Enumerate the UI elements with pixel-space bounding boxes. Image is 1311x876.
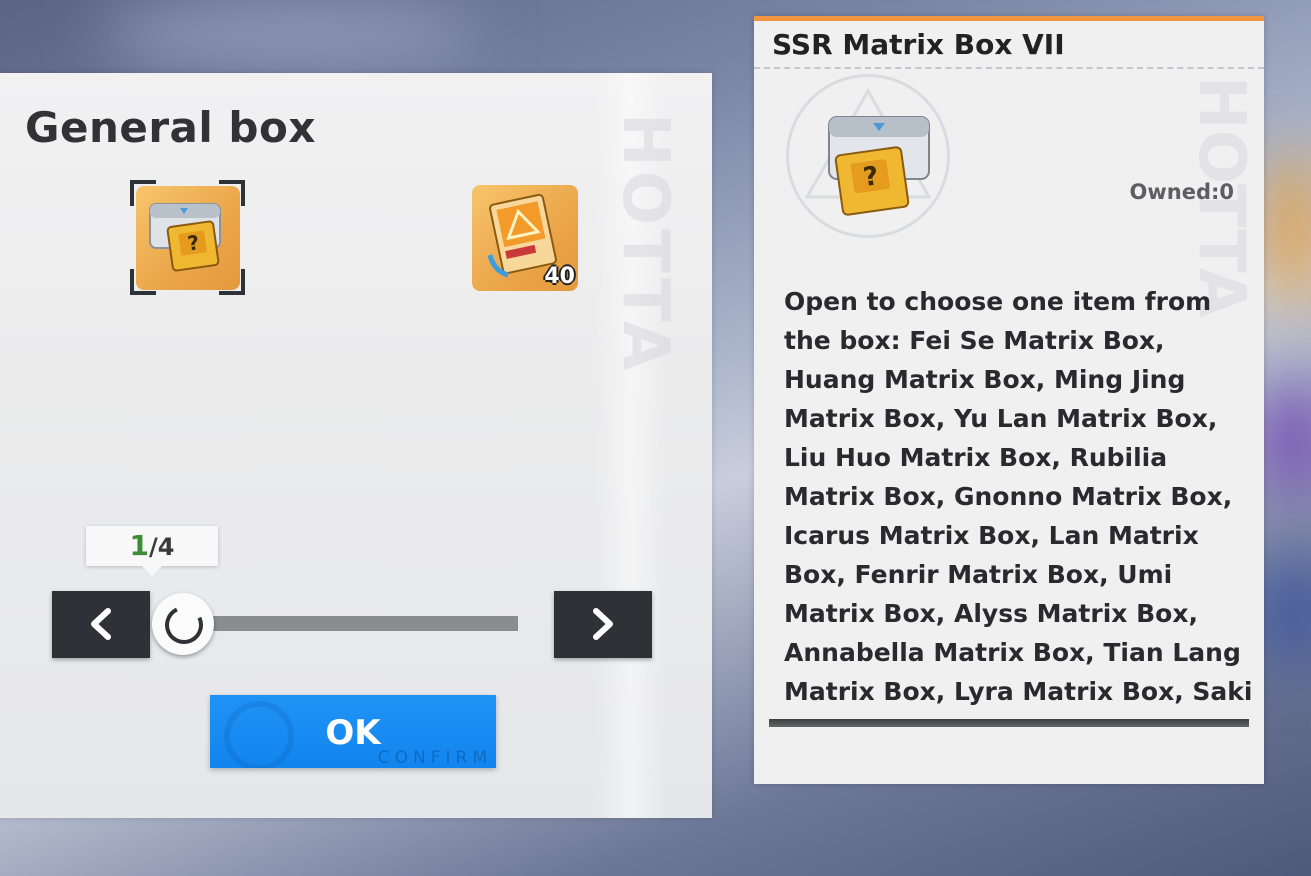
watermark-text: HOTTA — [608, 113, 682, 375]
page-indicator: 1/4 — [86, 526, 218, 576]
page-separator: / — [149, 533, 158, 561]
selected-item-slot[interactable]: ? — [130, 180, 245, 295]
chevron-left-icon — [91, 608, 111, 640]
item-preview: ? — [786, 74, 950, 238]
scroll-indicator — [769, 719, 1249, 727]
dialog-title: General box — [25, 103, 316, 152]
slider-knob[interactable] — [152, 593, 214, 655]
confirm-watermark: CONFIRM — [377, 748, 492, 768]
chevron-right-icon — [593, 608, 613, 640]
slider-track[interactable] — [180, 616, 518, 631]
accent-stripe — [754, 16, 1264, 21]
item-quantity: 40 — [544, 264, 575, 289]
current-page: 1 — [129, 529, 149, 562]
matrix-card-slot[interactable]: 40 — [472, 185, 578, 291]
item-detail-panel: HOTTA SSR Matrix Box VII ? Owned:0 Open … — [754, 16, 1264, 784]
divider — [754, 67, 1264, 69]
next-button[interactable] — [554, 591, 652, 658]
general-box-dialog: HOTTA General box ? 40 OK CONFIRM — [0, 73, 712, 818]
ssr-matrix-box-icon: ? — [136, 186, 240, 290]
item-title: SSR Matrix Box VII — [772, 28, 1065, 61]
ssr-matrix-box-icon: ? — [804, 87, 932, 216]
owned-count: Owned:0 — [1129, 180, 1235, 204]
total-pages: 4 — [157, 533, 175, 561]
refresh-icon — [159, 600, 209, 650]
ok-button[interactable]: OK CONFIRM — [210, 695, 496, 768]
prev-button[interactable] — [52, 591, 150, 658]
item-description[interactable]: Open to choose one item from the box: Fe… — [784, 282, 1254, 726]
